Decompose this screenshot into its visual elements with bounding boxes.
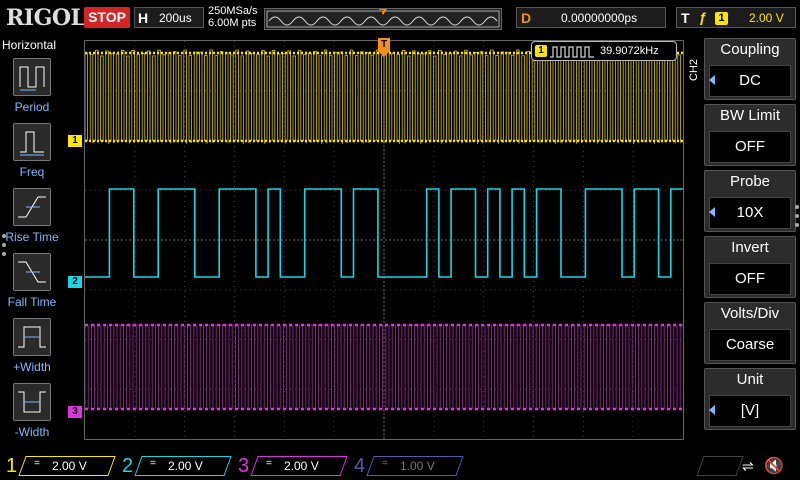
trigger-level: 2.00 V bbox=[749, 11, 784, 25]
measure-negative-width[interactable]: -Width bbox=[4, 383, 60, 443]
ch4-status[interactable]: 4 = 1.00 V bbox=[348, 454, 464, 478]
invert-value: OFF bbox=[709, 263, 791, 295]
measure-period[interactable]: Period bbox=[4, 58, 60, 118]
ch2-status[interactable]: 2 = 2.00 V bbox=[116, 454, 232, 478]
run-stop-indicator[interactable]: STOP bbox=[84, 7, 130, 28]
status-frame bbox=[696, 456, 744, 476]
probe-arrow-icon bbox=[709, 207, 715, 217]
top-status-bar: RIGOL STOP H 200us 250MSa/s 6.00M pts T … bbox=[0, 0, 800, 36]
probe-title: Probe bbox=[729, 173, 771, 190]
ch2-coupling: = bbox=[150, 458, 156, 469]
delay-label: D bbox=[521, 10, 532, 26]
ch1-coupling: = bbox=[34, 458, 40, 469]
coupling-arrow-icon bbox=[709, 75, 715, 85]
pulse-train-icon bbox=[550, 46, 594, 58]
menu-title: Horizontal bbox=[2, 38, 57, 52]
unit-value: [V] bbox=[709, 395, 791, 427]
ch4-number: 4 bbox=[354, 455, 366, 477]
ch1-scale: 2.00 V bbox=[52, 459, 87, 473]
usb-icon: ⇌ bbox=[742, 458, 754, 474]
waveform-display[interactable] bbox=[84, 40, 684, 440]
fall-time-icon bbox=[13, 253, 51, 291]
bw-limit-softkey[interactable]: BW Limit OFF bbox=[704, 104, 796, 166]
right-menu-page-dots bbox=[795, 205, 799, 232]
bw-limit-title: BW Limit bbox=[720, 107, 780, 124]
unit-arrow-icon bbox=[709, 405, 715, 415]
sample-rate: 250MSa/s bbox=[208, 5, 258, 17]
channel-status-bar: 1 = 2.00 V 2 = 2.00 V 3 = 2.00 V 4 = 1.0… bbox=[0, 452, 800, 480]
measure-fall-time[interactable]: Fall Time bbox=[4, 253, 60, 313]
delay-box[interactable]: D 0.00000000ps bbox=[516, 7, 666, 28]
horizontal-measure-menu: Horizontal Period Freq Rise Time Fall Ti… bbox=[0, 38, 62, 450]
negative-width-icon bbox=[13, 383, 51, 421]
bw-limit-value: OFF bbox=[709, 131, 791, 163]
measure-freq-label: Freq bbox=[19, 165, 45, 179]
channel-tab: CH2 bbox=[688, 59, 700, 82]
measurement-channel-badge: 1 bbox=[535, 45, 547, 57]
coupling-title: Coupling bbox=[720, 41, 780, 58]
measure-positive-width-label: +Width bbox=[13, 360, 51, 374]
ch3-offset-marker[interactable]: 3 bbox=[68, 406, 82, 418]
rise-time-icon bbox=[13, 188, 51, 226]
timebase-value: 200us bbox=[159, 11, 192, 25]
acquisition-info: 250MSa/s 6.00M pts bbox=[208, 5, 258, 29]
menu-page-dots bbox=[2, 234, 6, 261]
measure-fall-time-label: Fall Time bbox=[7, 295, 57, 309]
probe-softkey[interactable]: Probe 10X bbox=[704, 170, 796, 232]
coupling-value: DC bbox=[709, 65, 791, 97]
invert-softkey[interactable]: Invert OFF bbox=[704, 236, 796, 298]
volts-div-value: Coarse bbox=[709, 329, 791, 361]
waveform-traces bbox=[85, 49, 683, 411]
unit-title: Unit bbox=[736, 371, 764, 388]
positive-width-icon bbox=[13, 318, 51, 356]
frequency-value: 39.9072kHz bbox=[600, 45, 659, 57]
unit-softkey[interactable]: Unit [V] bbox=[704, 368, 796, 430]
ch2-number: 2 bbox=[122, 455, 134, 477]
horizontal-label: H bbox=[138, 10, 149, 26]
ch3-coupling: = bbox=[266, 458, 272, 469]
channel-settings-menu: Coupling DC BW Limit OFF Probe 10X Inver… bbox=[704, 38, 796, 438]
horizontal-timebase-box[interactable]: H 200us bbox=[134, 7, 204, 28]
memory-depth: 6.00M pts bbox=[208, 17, 257, 29]
period-icon bbox=[13, 58, 51, 96]
svg-text:T: T bbox=[380, 11, 384, 17]
coupling-softkey[interactable]: Coupling DC bbox=[704, 38, 796, 100]
measure-rise-time[interactable]: Rise Time bbox=[4, 188, 60, 248]
memory-waveform-overview: T bbox=[264, 8, 502, 30]
measure-positive-width[interactable]: +Width bbox=[4, 318, 60, 378]
delay-value: 0.00000000ps bbox=[561, 11, 638, 25]
ch2-offset-marker[interactable]: 2 bbox=[68, 276, 82, 288]
ch4-scale: 1.00 V bbox=[400, 459, 435, 473]
freq-icon bbox=[13, 123, 51, 161]
measure-negative-width-label: -Width bbox=[14, 425, 50, 439]
trigger-label: T bbox=[681, 10, 690, 26]
probe-value: 10X bbox=[709, 197, 791, 229]
trigger-position-arrow bbox=[379, 52, 389, 57]
ch3-status[interactable]: 3 = 2.00 V bbox=[232, 454, 348, 478]
ch2-scale: 2.00 V bbox=[168, 459, 203, 473]
frequency-measurement: 1 39.9072kHz bbox=[531, 41, 677, 61]
measure-period-label: Period bbox=[14, 100, 50, 114]
speaker-muted-icon[interactable]: 🔇 bbox=[764, 456, 784, 476]
ch1-offset-marker[interactable]: 1 bbox=[68, 135, 82, 147]
trigger-box[interactable]: T ƒ 1 2.00 V bbox=[676, 7, 796, 28]
volts-div-softkey[interactable]: Volts/Div Coarse bbox=[704, 302, 796, 364]
brand-logo: RIGOL bbox=[6, 5, 86, 31]
volts-div-title: Volts/Div bbox=[720, 305, 780, 322]
ch1-status[interactable]: 1 = 2.00 V bbox=[0, 454, 116, 478]
ch3-number: 3 bbox=[238, 455, 250, 477]
ch4-coupling: = bbox=[382, 458, 388, 469]
memory-overview-icon: T bbox=[266, 9, 500, 28]
measure-rise-time-label: Rise Time bbox=[5, 230, 59, 244]
invert-title: Invert bbox=[731, 239, 769, 256]
trigger-source-badge: 1 bbox=[715, 12, 728, 25]
trigger-position-marker[interactable]: T bbox=[378, 38, 390, 52]
rising-edge-icon: ƒ bbox=[699, 9, 707, 25]
measure-freq[interactable]: Freq bbox=[4, 123, 60, 183]
ch1-number: 1 bbox=[6, 455, 18, 477]
ch3-scale: 2.00 V bbox=[284, 459, 319, 473]
